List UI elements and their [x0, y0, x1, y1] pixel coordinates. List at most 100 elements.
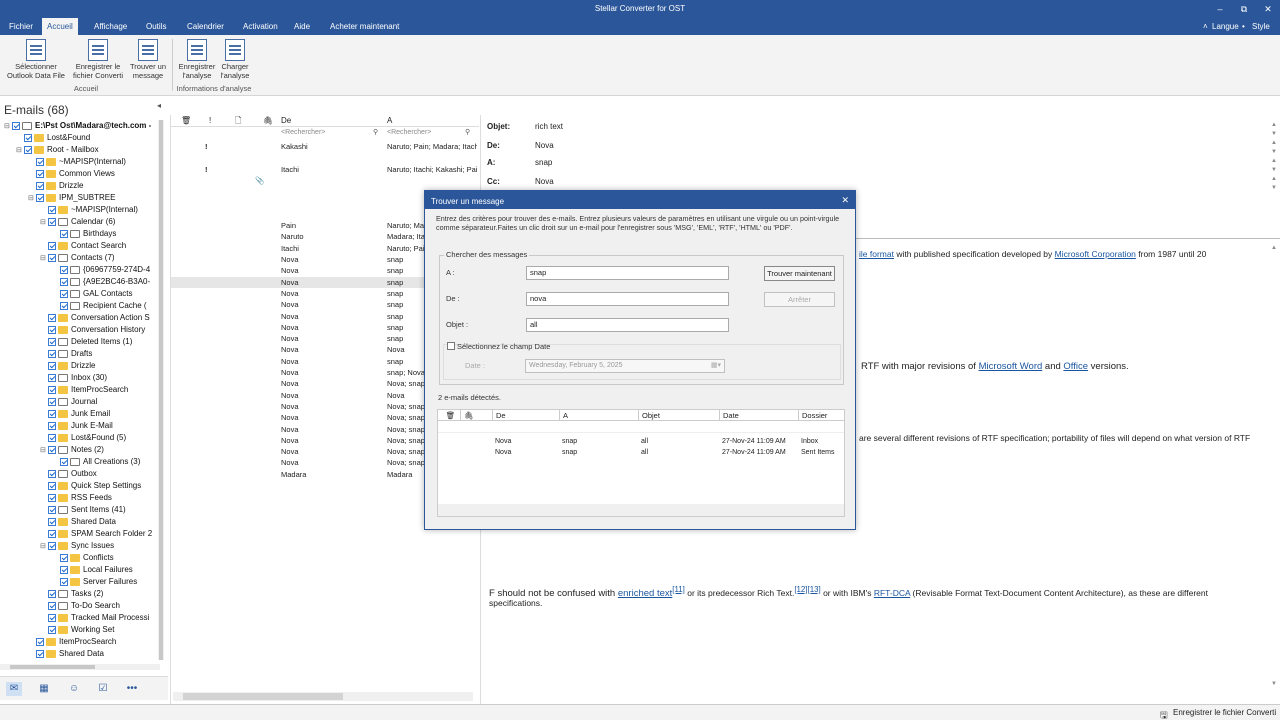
message-row[interactable]: ! Kakashi Naruto; Pain; Madara; Itachi	[171, 141, 479, 152]
menu-outils[interactable]: Outils	[141, 18, 171, 35]
folder-checkbox[interactable]	[48, 361, 56, 370]
search-a-input[interactable]: <Rechercher>	[387, 128, 431, 138]
folder-checkbox[interactable]	[60, 565, 68, 574]
scrollbar-thumb[interactable]	[159, 120, 163, 660]
folder-tree-item[interactable]: Deleted Items (1)	[40, 336, 160, 348]
menu-affichage[interactable]: Affichage	[89, 18, 132, 35]
calendar-icon[interactable]: ▦	[36, 682, 52, 696]
folder-tree-item[interactable]: Inbox (30)	[40, 372, 160, 384]
folder-checkbox[interactable]	[48, 337, 56, 346]
expand-collapse-icon[interactable]: ⊟	[40, 217, 48, 228]
menu-aide[interactable]: Aide	[289, 18, 315, 35]
folder-tree-item[interactable]: ItemProcSearch	[40, 384, 160, 396]
message-row[interactable]: ! Itachi Naruto; Itachi; Kakashi; Pain	[171, 164, 479, 175]
results-scrollbar[interactable]	[438, 504, 844, 516]
folder-checkbox[interactable]	[60, 229, 68, 238]
expand-collapse-icon[interactable]: ⊟	[4, 121, 12, 132]
folder-checkbox[interactable]	[36, 157, 44, 166]
folder-checkbox[interactable]	[24, 145, 32, 154]
folder-tree-item[interactable]: SPAM Search Folder 2	[40, 528, 160, 540]
load-scan-button[interactable]: Charger l'analyse	[218, 39, 252, 80]
folder-checkbox[interactable]	[60, 577, 68, 586]
folder-checkbox[interactable]	[48, 469, 56, 478]
folder-tree-item[interactable]: Sent Items (41)	[40, 504, 160, 516]
find-now-button[interactable]: Trouver maintenant	[764, 266, 835, 281]
folder-tree-item[interactable]: Outbox	[40, 468, 160, 480]
folder-tree-item[interactable]: ⊟ Notes (2)	[40, 444, 160, 456]
folder-tree-item[interactable]: Tasks (2)	[40, 588, 160, 600]
expand-collapse-icon[interactable]: ⊟	[16, 145, 24, 156]
menu-activation[interactable]: Activation	[238, 18, 283, 35]
folder-tree-item[interactable]: ~MAPISP(Internal)	[28, 156, 160, 168]
expand-collapse-icon[interactable]: ⊟	[40, 253, 48, 264]
expand-collapse-icon[interactable]: ⊟	[40, 445, 48, 456]
folder-tree-item[interactable]: Journal	[40, 396, 160, 408]
body-link[interactable]: Microsoft Word	[979, 361, 1043, 372]
mail-icon[interactable]: ✉	[6, 682, 22, 696]
folder-tree-item[interactable]: Common Views	[28, 168, 160, 180]
folder-tree-item[interactable]: {A9E2BC46-B3A0-	[52, 276, 160, 288]
folder-checkbox[interactable]	[48, 529, 56, 538]
folder-tree-item[interactable]: All Creations (3)	[52, 456, 160, 468]
folder-tree-item[interactable]: To-Do Search	[40, 600, 160, 612]
folder-checkbox[interactable]	[36, 193, 44, 202]
folder-tree-scrollbar[interactable]	[158, 120, 164, 660]
a-input[interactable]: snap	[526, 266, 729, 280]
result-col-date[interactable]: Date	[719, 410, 798, 421]
folder-tree-item[interactable]: Local Failures	[52, 564, 160, 576]
menu-accueil[interactable]: Accueil	[42, 18, 78, 35]
folder-checkbox[interactable]	[48, 385, 56, 394]
folder-tree-item[interactable]: Working Set	[40, 624, 160, 636]
close-button[interactable]: ✕	[1260, 2, 1276, 16]
expand-collapse-icon[interactable]: ⊟	[40, 541, 48, 552]
search-de-input[interactable]: <Rechercher>	[281, 128, 325, 138]
result-row[interactable]: Nova snap all 27-Nov-24 11:09 AM Inbox	[438, 436, 844, 447]
attachment-col-icon[interactable]: 🖇	[263, 115, 273, 127]
scroll-down-icon[interactable]: ▼	[1271, 681, 1277, 687]
folder-checkbox[interactable]	[48, 325, 56, 334]
result-col-de[interactable]: De	[492, 410, 559, 421]
folder-checkbox[interactable]	[60, 277, 68, 286]
folder-checkbox[interactable]	[36, 649, 44, 658]
folder-tree-item[interactable]: Server Failures	[52, 576, 160, 588]
menu-acheter[interactable]: Acheter maintenant	[325, 18, 404, 35]
folder-tree-item[interactable]: Quick Step Settings	[40, 480, 160, 492]
folder-checkbox[interactable]	[48, 493, 56, 502]
folder-checkbox[interactable]	[60, 265, 68, 274]
folder-checkbox[interactable]	[48, 253, 56, 262]
attachment-col-icon[interactable]: 🖇	[460, 410, 492, 421]
result-row[interactable]: Nova snap all 27-Nov-24 11:09 AM Sent Items	[438, 447, 844, 458]
folder-checkbox[interactable]	[48, 373, 56, 382]
select-ost-button[interactable]: Sélectionner Outlook Data File	[4, 39, 68, 80]
folder-tree-item[interactable]: ~MAPISP(Internal)	[40, 204, 160, 216]
menu-fichier[interactable]: Fichier	[4, 18, 38, 35]
langue-menu[interactable]: Langue	[1212, 18, 1239, 35]
folder-checkbox[interactable]	[48, 613, 56, 622]
folder-checkbox[interactable]	[48, 481, 56, 490]
body-link[interactable]: Microsoft Corporation	[1055, 249, 1136, 259]
footnote-link[interactable]: [12]	[794, 585, 807, 594]
more-icon[interactable]: •••	[124, 682, 140, 696]
folder-checkbox[interactable]	[48, 205, 56, 214]
folder-tree-hscrollbar[interactable]	[0, 664, 160, 670]
folder-tree-item[interactable]: ItemProcSearch	[28, 636, 160, 648]
folder-tree-item[interactable]: ⊟ Calendar (6)	[40, 216, 160, 228]
folder-checkbox[interactable]	[24, 133, 32, 142]
date-checkbox[interactable]	[447, 342, 455, 350]
message-list-hscrollbar[interactable]	[173, 692, 473, 701]
footnote-link[interactable]: [11]	[672, 585, 685, 594]
folder-checkbox[interactable]	[48, 421, 56, 430]
save-converted-button[interactable]: Enregistrer le fichier Converti	[70, 39, 126, 80]
stop-button[interactable]: Arrêter	[764, 292, 835, 307]
folder-tree-item[interactable]: Junk E-Mail	[40, 420, 160, 432]
search-icon[interactable]: ⚲	[465, 128, 470, 138]
folder-tree-item[interactable]: Conflicts	[52, 552, 160, 564]
folder-checkbox[interactable]	[48, 505, 56, 514]
menu-calendrier[interactable]: Calendrier	[182, 18, 229, 35]
folder-checkbox[interactable]	[48, 349, 56, 358]
folder-tree-item[interactable]: ⊟ E:\Pst Ost\Madara@tech.com -	[4, 120, 160, 132]
delete-col-icon[interactable]: 🗑	[438, 410, 460, 421]
folder-tree-item[interactable]: Lost&Found	[16, 132, 160, 144]
style-menu[interactable]: Style	[1252, 18, 1270, 35]
result-col-a[interactable]: A	[559, 410, 638, 421]
